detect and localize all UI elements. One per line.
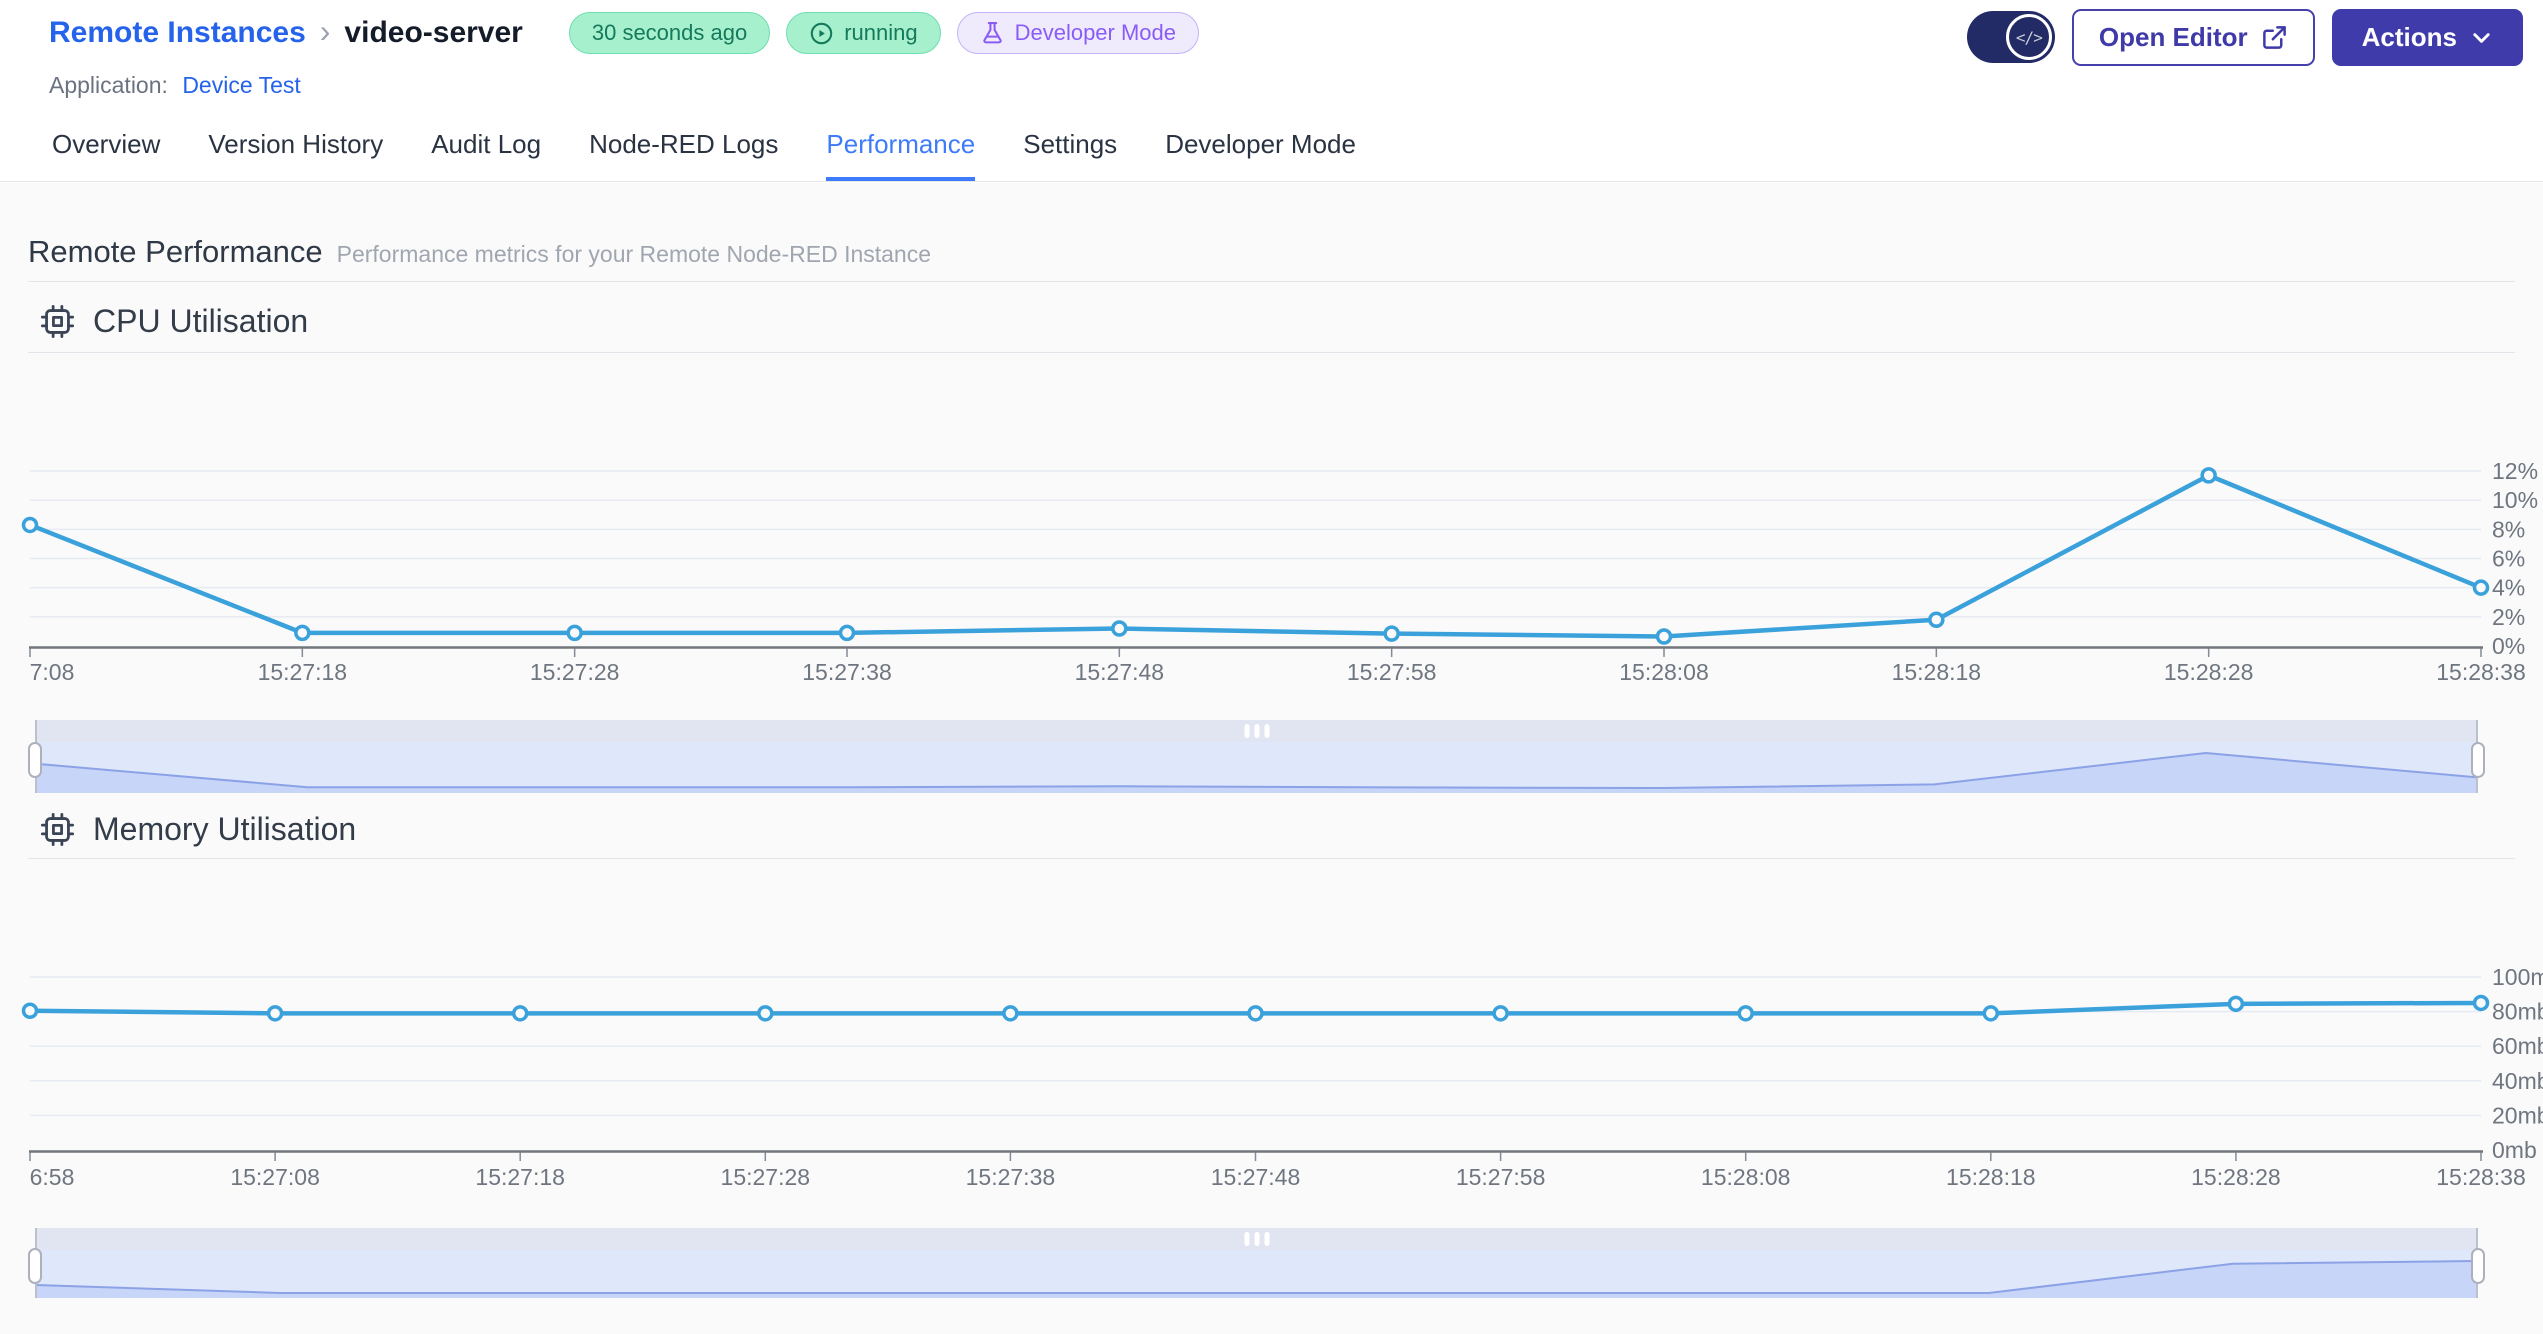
tab-version-history[interactable]: Version History [208, 110, 383, 181]
divider [28, 858, 2515, 859]
svg-text:15:27:18: 15:27:18 [258, 659, 348, 685]
svg-text:20mb: 20mb [2492, 1102, 2543, 1128]
breadcrumb-remote-instances-link[interactable]: Remote Instances [49, 16, 306, 50]
cpu-chip-icon [40, 304, 75, 339]
svg-text:8%: 8% [2492, 516, 2525, 542]
svg-text:15:27:08: 15:27:08 [230, 1164, 320, 1190]
memory-section-title: Memory Utilisation [40, 811, 356, 848]
open-editor-label: Open Editor [2098, 21, 2248, 52]
svg-text:15:27:48: 15:27:48 [1075, 659, 1165, 685]
cpu-range-handle-left[interactable] [28, 742, 42, 778]
divider [28, 352, 2515, 353]
cpu-utilisation-chart: 0% 2% 4% 6% 8% 10% 12% 7:08 15:27:18 15:27:28 15:2… [21, 458, 2538, 685]
svg-text:15:27:38: 15:27:38 [966, 1164, 1056, 1190]
svg-text:40mb: 40mb [2492, 1068, 2543, 1094]
developer-mode-badge: Developer Mode [956, 12, 1200, 54]
tab-audit-log[interactable]: Audit Log [431, 110, 541, 181]
breadcrumb: Remote Instances › video-server 30 secon… [49, 12, 1200, 54]
memory-range-handle-right[interactable] [2471, 1248, 2485, 1284]
page-title: Remote Performance [28, 234, 323, 269]
cpu-range-handle-right[interactable] [2471, 742, 2485, 778]
svg-text:15:28:18: 15:28:18 [1892, 659, 1982, 685]
code-icon: </> [2005, 14, 2052, 60]
svg-text:15:27:58: 15:27:58 [1456, 1164, 1546, 1190]
svg-text:4%: 4% [2492, 575, 2525, 601]
tab-performance[interactable]: Performance [826, 110, 976, 181]
instance-name: video-server [344, 16, 523, 49]
svg-text:15:28:28: 15:28:28 [2164, 659, 2254, 685]
application-row: Application: Device Test [49, 72, 1199, 99]
page-subtitle: Performance metrics for your Remote Node… [336, 241, 932, 267]
memory-chip-icon [40, 812, 75, 847]
drag-grip-icon[interactable] [1244, 724, 1269, 738]
cpu-section-title-text: CPU Utilisation [93, 303, 309, 339]
svg-text:15:27:28: 15:27:28 [721, 1164, 811, 1190]
instance-tab-bar: Overview Version History Audit Log Node-… [0, 110, 2543, 182]
divider [28, 281, 2515, 282]
cpu-range-slider-track[interactable] [36, 720, 2477, 742]
svg-text:15:27:48: 15:27:48 [1211, 1164, 1301, 1190]
memory-utilisation-chart: 0mb 20mb 40mb 60mb 80mb 100mb 6:58 15:27:08 15:2… [21, 964, 2543, 1190]
svg-text:15:28:38: 15:28:38 [2436, 659, 2526, 685]
remote-instance-performance-page: Remote Instances › video-server 30 secon… [0, 0, 2543, 1334]
play-circle-icon [810, 22, 833, 44]
memory-range-handle-left[interactable] [28, 1248, 42, 1284]
memory-range-slider-track[interactable] [36, 1228, 2477, 1250]
memory-section-title-text: Memory Utilisation [93, 811, 357, 847]
svg-text:15:27:28: 15:27:28 [530, 659, 620, 685]
svg-text:15:27:38: 15:27:38 [802, 659, 892, 685]
tab-settings[interactable]: Settings [1023, 110, 1117, 181]
tab-developer-mode[interactable]: Developer Mode [1165, 110, 1356, 181]
last-seen-badge: 30 seconds ago [568, 12, 771, 54]
tab-overview[interactable]: Overview [52, 110, 160, 181]
running-status-text: running [844, 20, 918, 45]
header-actions: </> Open Editor Actions [1966, 8, 2523, 66]
svg-text:15:28:28: 15:28:28 [2191, 1164, 2281, 1190]
svg-text:6:58: 6:58 [30, 1164, 75, 1190]
svg-text:15:28:08: 15:28:08 [1701, 1164, 1791, 1190]
developer-mode-toggle[interactable]: </> [1966, 11, 2055, 63]
memory-range-slider[interactable] [28, 1228, 2485, 1298]
last-seen-text: 30 seconds ago [591, 20, 748, 45]
svg-text:60mb: 60mb [2492, 1033, 2543, 1059]
tab-node-red-logs[interactable]: Node-RED Logs [589, 110, 778, 181]
svg-text:15:27:58: 15:27:58 [1347, 659, 1437, 685]
developer-mode-text: Developer Mode [1014, 20, 1177, 45]
open-editor-button[interactable]: Open Editor [2071, 8, 2315, 66]
svg-text:2%: 2% [2492, 604, 2525, 630]
chevron-right-icon: › [319, 13, 331, 49]
cpu-section-title: CPU Utilisation [40, 303, 308, 340]
svg-text:80mb: 80mb [2492, 999, 2543, 1025]
actions-button[interactable]: Actions [2331, 8, 2523, 66]
chevron-down-icon [2473, 32, 2490, 43]
status-badges: 30 seconds ago running Developer Mode [568, 12, 1200, 54]
svg-text:15:28:38: 15:28:38 [2436, 1164, 2526, 1190]
cpu-range-minichart [36, 751, 2477, 793]
cpu-range-slider[interactable] [28, 720, 2485, 793]
svg-text:0mb: 0mb [2492, 1137, 2537, 1163]
svg-text:10%: 10% [2492, 487, 2538, 513]
svg-text:15:27:18: 15:27:18 [475, 1164, 565, 1190]
svg-text:6%: 6% [2492, 546, 2525, 572]
memory-range-minichart [36, 1260, 2477, 1298]
page-header: Remote Instances › video-server 30 secon… [49, 12, 1200, 99]
external-link-icon [2262, 25, 2286, 49]
drag-grip-icon[interactable] [1244, 1232, 1269, 1246]
flask-icon [982, 21, 1002, 43]
running-status-badge: running [786, 12, 941, 54]
application-label: Application: [49, 72, 168, 98]
svg-text:12%: 12% [2492, 458, 2538, 484]
application-link[interactable]: Device Test [182, 72, 300, 98]
svg-text:100mb: 100mb [2492, 964, 2543, 990]
svg-text:0%: 0% [2492, 633, 2525, 659]
svg-text:15:28:18: 15:28:18 [1946, 1164, 2036, 1190]
actions-label: Actions [2361, 21, 2457, 52]
svg-text:7:08: 7:08 [30, 659, 75, 685]
svg-text:15:28:08: 15:28:08 [1619, 659, 1709, 685]
